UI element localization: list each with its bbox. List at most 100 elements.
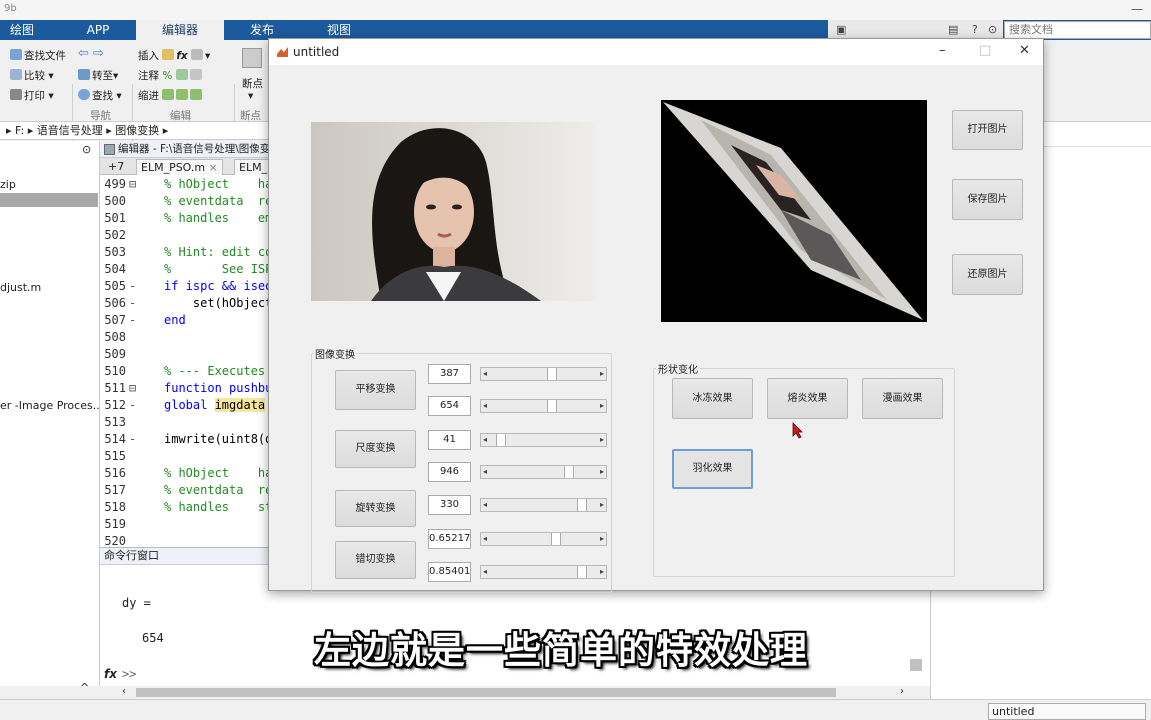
slider-left-arrow-icon[interactable]: ◂ [483,500,487,509]
chevron-down-icon[interactable]: ▾ [248,90,253,102]
param-edit-field[interactable]: 330 [428,495,471,515]
slider-left-arrow-icon[interactable]: ◂ [483,369,487,378]
code-line[interactable]: % Hint: edit co [164,245,270,259]
breadcrumb-subfolder[interactable]: 图像变换 [115,124,159,137]
flame-effect-button[interactable]: 熔炎效果 [767,378,848,419]
code-line[interactable]: global imgdata [164,398,266,412]
back-forward-icon[interactable]: ⇦ ⇨ [78,46,104,61]
freeze-effect-button[interactable]: 冰冻效果 [672,378,753,419]
line-marker[interactable]: ⊟ [129,381,136,395]
print-button[interactable]: 打印 ▾ [10,88,54,103]
tab-view[interactable]: 视图 [308,20,370,40]
tab-editor[interactable]: 编辑器 [136,20,224,40]
open-image-button[interactable]: 打开图片 [952,110,1023,150]
tab-overflow[interactable]: +7 [104,159,128,175]
slider-left-arrow-icon[interactable]: ◂ [483,567,487,576]
breadcrumb[interactable]: ▸ F: ▸ 语音信号处理 ▸ 图像变换 ▸ [0,122,270,140]
insert-button[interactable]: 插入 fx ▾ [138,48,210,63]
code-editor[interactable]: 499 ⊟% hObject ha 500% eventdata re 501% ha… [100,175,270,547]
line-marker[interactable]: - [129,279,136,293]
param-slider[interactable]: ◂ ▸ [480,465,607,479]
command-prompt[interactable]: >> [122,667,136,681]
slider-left-arrow-icon[interactable]: ◂ [483,435,487,444]
param-edit-field[interactable]: 387 [428,364,471,384]
slider-right-arrow-icon[interactable]: ▸ [600,500,604,509]
line-marker[interactable]: - [129,313,136,327]
code-line[interactable]: % handles st [164,500,270,514]
line-marker[interactable]: - [129,296,136,310]
rotate-button[interactable]: 旋转变换 [335,490,416,527]
slider-thumb[interactable] [547,400,557,412]
code-line[interactable]: end [164,313,186,327]
vertical-scrollbar[interactable] [910,659,922,671]
code-line[interactable]: % --- Executes [164,364,265,378]
breadcrumb-drive[interactable]: F: [15,124,24,137]
code-line[interactable]: set(hObject [164,296,270,310]
minimize-icon[interactable]: — [1131,2,1143,16]
param-slider[interactable]: ◂ ▸ [480,433,607,447]
param-edit-field[interactable]: 0.65217 [428,529,471,549]
comment-button[interactable]: 注释 % [138,68,204,83]
shear-button[interactable]: 错切变换 [335,541,416,579]
code-line[interactable]: % hObject ha [164,466,270,480]
compare-button[interactable]: 比较 ▾ [10,68,54,83]
param-edit-field[interactable]: 0.85401 [428,562,471,582]
comic-effect-button[interactable]: 漫画效果 [862,378,943,419]
find-files-button[interactable]: 查找文件 [10,48,66,63]
tab-plots[interactable]: 绘图 [0,20,44,40]
line-marker[interactable]: ⊟ [129,177,136,191]
chevron-up-icon[interactable]: ^ [80,681,89,694]
code-line[interactable]: function pushbu [164,381,270,395]
minimize-icon[interactable]: – [939,43,946,58]
selected-file-row[interactable] [0,193,98,207]
param-slider[interactable]: ◂ ▸ [480,399,607,413]
code-line[interactable]: % See ISP [164,262,270,276]
translate-button[interactable]: 平移变换 [335,370,416,410]
more-icon[interactable]: ⊙ [988,23,997,36]
breadcrumb-folder[interactable]: 语音信号处理 [37,124,103,137]
tab-publish[interactable]: 发布 [232,20,292,40]
scale-button[interactable]: 尺度变换 [335,430,416,468]
breakpoints-button[interactable]: 断点 [242,76,263,91]
code-line[interactable]: if ispc && iseq [164,279,270,293]
scrollbar-thumb[interactable] [136,688,836,697]
slider-left-arrow-icon[interactable]: ◂ [483,401,487,410]
code-line[interactable]: imwrite(uint8(d [164,432,270,446]
scroll-right-icon[interactable]: › [900,686,904,697]
tab-elm[interactable]: ELM_ [234,159,273,175]
close-icon[interactable]: × [209,161,218,174]
feather-effect-button[interactable]: 羽化效果 [672,449,753,489]
maximize-icon[interactable]: □ [979,43,991,58]
slider-thumb[interactable] [547,368,557,380]
tab-elm-pso[interactable]: ELM_PSO.m × [136,159,223,175]
find-button[interactable]: 查找 ▾ [78,88,122,103]
param-edit-field[interactable]: 41 [428,430,471,450]
goto-button[interactable]: 转至▾ [78,68,118,83]
line-marker[interactable]: - [129,398,136,412]
code-line[interactable]: % hObject ha [164,177,270,191]
file-item[interactable]: zip [0,178,16,191]
horizontal-scrollbar[interactable]: ‹ › [100,686,930,699]
file-item[interactable]: er -Image Proces... [0,399,103,412]
slider-thumb[interactable] [564,466,574,478]
panel-menu-icon[interactable]: ⊙ [82,143,91,156]
slider-thumb[interactable] [496,434,506,446]
slider-left-arrow-icon[interactable]: ◂ [483,534,487,543]
slider-left-arrow-icon[interactable]: ◂ [483,467,487,476]
restore-image-button[interactable]: 还原图片 [952,254,1023,295]
param-slider[interactable]: ◂ ▸ [480,532,607,546]
code-line[interactable]: % eventdata re [164,483,270,497]
search-docs-input[interactable]: 搜索文档 [1004,21,1151,39]
help-icon[interactable]: ? [972,23,978,36]
slider-right-arrow-icon[interactable]: ▸ [600,369,604,378]
print-icon[interactable]: ▤ [948,23,958,36]
indent-button[interactable]: 缩进 [138,88,204,103]
line-marker[interactable]: - [129,432,136,446]
slider-thumb[interactable] [577,499,587,511]
tab-app[interactable]: APP [70,20,126,40]
slider-thumb[interactable] [577,566,587,578]
code-line[interactable]: % eventdata re [164,194,270,208]
slider-right-arrow-icon[interactable]: ▸ [600,435,604,444]
param-slider[interactable]: ◂ ▸ [480,565,607,579]
scroll-left-icon[interactable]: ‹ [122,686,126,697]
